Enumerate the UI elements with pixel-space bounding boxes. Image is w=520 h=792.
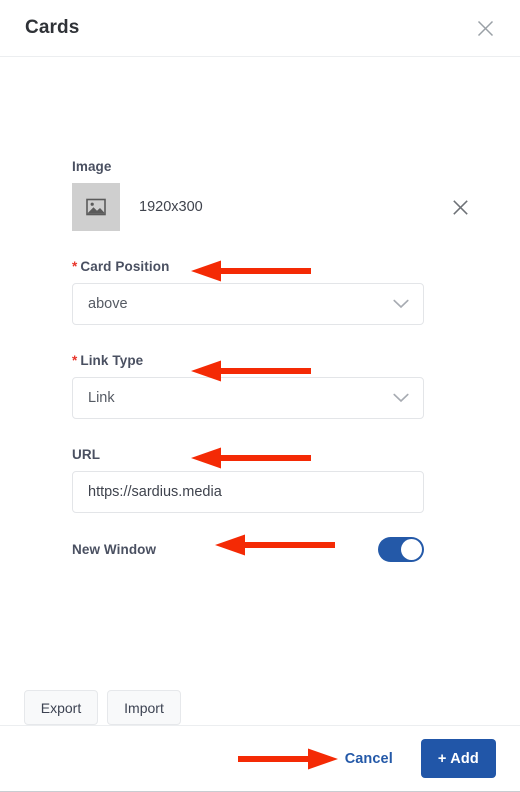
url-value: https://sardius.media: [88, 484, 222, 500]
chevron-down-icon: [393, 393, 409, 403]
required-marker: *: [72, 259, 78, 274]
new-window-row: New Window: [72, 536, 424, 562]
import-button[interactable]: Import: [107, 690, 181, 725]
modal-header: Cards: [0, 0, 520, 57]
required-marker: *: [72, 353, 78, 368]
card-position-field-group: * Card Position above: [24, 259, 496, 325]
modal-body: Image 1920x300 * Card Position above * L…: [0, 57, 520, 725]
url-input[interactable]: https://sardius.media: [72, 471, 424, 513]
new-window-toggle[interactable]: [378, 536, 424, 562]
chevron-down-icon: [393, 299, 409, 309]
new-window-label: New Window: [72, 541, 157, 557]
image-placeholder-icon: [72, 183, 120, 231]
cancel-button[interactable]: Cancel: [345, 751, 393, 767]
link-type-select[interactable]: Link: [72, 377, 424, 419]
card-position-value: above: [88, 296, 128, 312]
image-label: Image: [72, 159, 112, 174]
card-position-label: * Card Position: [72, 259, 496, 274]
export-button[interactable]: Export: [24, 690, 98, 725]
toggle-knob: [401, 538, 422, 560]
image-row: 1920x300: [72, 183, 496, 231]
link-type-value: Link: [88, 390, 115, 406]
page-title: Cards: [25, 17, 80, 38]
card-position-select[interactable]: above: [72, 283, 424, 325]
import-export-row: Export Import: [24, 690, 181, 725]
link-type-label: * Link Type: [72, 353, 496, 368]
remove-image-icon[interactable]: [448, 195, 472, 219]
card-position-label-text: Card Position: [80, 259, 170, 274]
url-label: URL: [72, 447, 101, 462]
image-filename: 1920x300: [139, 199, 203, 215]
link-type-field-group: * Link Type Link: [24, 353, 496, 419]
cards-modal: Cards Image 1920x300 * Card Position abo…: [0, 0, 520, 792]
url-field-group: URL https://sardius.media: [24, 447, 496, 513]
close-icon[interactable]: [472, 15, 498, 41]
add-button[interactable]: + Add: [420, 739, 496, 778]
link-type-label-text: Link Type: [80, 353, 144, 368]
image-field-group: Image 1920x300: [24, 57, 496, 231]
modal-footer: Cancel + Add: [0, 725, 520, 791]
